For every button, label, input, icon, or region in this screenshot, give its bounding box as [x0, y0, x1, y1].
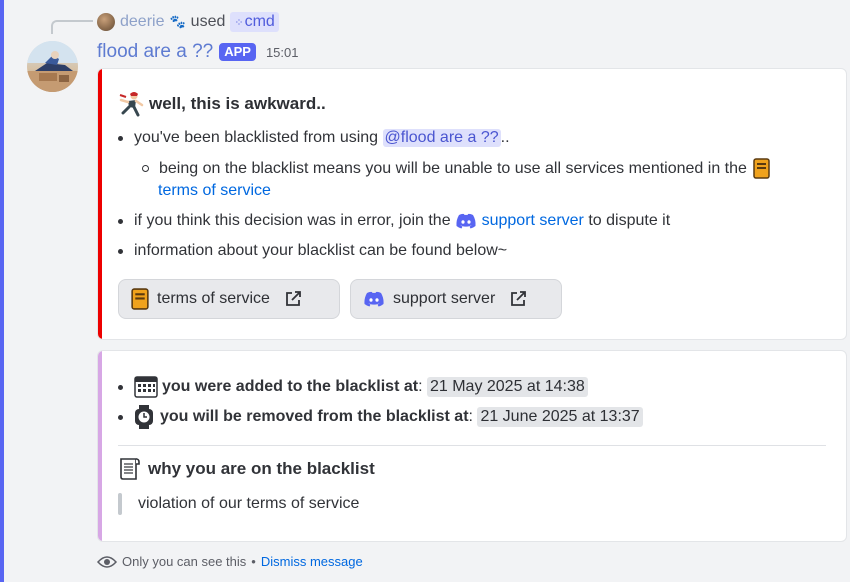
added-label: you were added to the blacklist at	[162, 378, 419, 395]
discord-icon	[456, 213, 476, 229]
line2-prefix: if you think this decision was in error,…	[134, 212, 451, 229]
blacklist-embed: well, this is awkward.. you've been blac…	[97, 68, 847, 340]
divider	[118, 445, 826, 446]
added-colon: :	[418, 378, 423, 395]
author-avatar[interactable]	[27, 41, 78, 92]
book-icon	[753, 158, 770, 179]
calendar-icon	[134, 376, 158, 398]
bullet-dot	[118, 384, 123, 390]
reply-spine	[51, 20, 93, 34]
line1-prefix: you've been blacklisted from using	[134, 129, 379, 146]
ephemeral-footer: Only you can see this • Dismiss message	[97, 554, 363, 569]
terms-of-service-button[interactable]: terms of service	[118, 279, 340, 319]
sub-line-text: being on the blacklist means you will be…	[159, 159, 747, 177]
external-link-icon	[286, 291, 301, 306]
bullet-dot	[118, 414, 123, 420]
runner-emoji-icon	[119, 92, 144, 117]
bot-mention[interactable]: @flood are a ??	[382, 129, 501, 147]
support-server-button[interactable]: support server	[350, 279, 562, 319]
message-container: deerie 🐾 used ⁘ cmd flood are a ?? APP 1…	[0, 0, 850, 582]
bullet-dot	[118, 248, 123, 254]
blacklist-details-embed: you were added to the blacklist at : 21 …	[97, 350, 847, 542]
bullet-dot	[118, 218, 123, 224]
support-server-link[interactable]: support server	[482, 212, 584, 230]
ephemeral-note: Only you can see this	[122, 554, 247, 569]
list-item: you've been blacklisted from using @floo…	[118, 129, 510, 147]
removed-timestamp[interactable]: 21 June 2025 at 13:37	[477, 407, 643, 427]
sub-list-item-cont: terms of service	[158, 182, 271, 200]
removed-colon: :	[468, 408, 473, 425]
line3-text: information about your blacklist can be …	[134, 242, 508, 259]
reason-heading: why you are on the blacklist	[118, 456, 375, 482]
footer-separator: •	[251, 554, 256, 569]
line2-suffix: to dispute it	[588, 212, 671, 229]
avatar-image	[27, 41, 78, 92]
line1-suffix: ..	[500, 129, 510, 146]
command-name: cmd	[244, 13, 275, 30]
dismiss-message-link[interactable]: Dismiss message	[261, 554, 363, 569]
message-header: flood are a ?? APP 15:01	[97, 40, 298, 64]
added-timestamp[interactable]: 21 May 2025 at 14:38	[426, 377, 588, 397]
command-chip[interactable]: ⁘ cmd	[230, 12, 279, 32]
quote-bar	[118, 493, 122, 515]
external-link-icon	[511, 291, 527, 306]
reply-username[interactable]: deerie	[120, 13, 164, 31]
eye-icon	[97, 555, 117, 568]
embed-title-text: well, this is awkward..	[149, 94, 326, 113]
book-icon	[131, 288, 149, 310]
list-item: information about your blacklist can be …	[118, 242, 507, 260]
sub-list-item: being on the blacklist means you will be…	[142, 158, 770, 179]
reason-text: violation of our terms of service	[138, 495, 360, 512]
bullet-dot	[118, 135, 123, 141]
circle-bullet	[142, 165, 149, 172]
embed-title: well, this is awkward..	[118, 91, 326, 117]
command-icon: ⁘	[234, 16, 243, 29]
reply-action: used	[190, 13, 226, 30]
message-timestamp[interactable]: 15:01	[266, 45, 299, 60]
list-item: you will be removed from the blacklist a…	[118, 405, 643, 429]
button-label: terms of service	[157, 290, 270, 307]
paw-icon: 🐾	[169, 14, 186, 29]
button-label: support server	[393, 290, 496, 307]
app-badge: APP	[219, 43, 256, 61]
embed-color-bar	[98, 69, 102, 339]
discord-icon	[364, 291, 384, 307]
reason-title: why you are on the blacklist	[148, 459, 375, 478]
tos-link[interactable]: terms of service	[158, 182, 271, 200]
list-item: you were added to the blacklist at : 21 …	[118, 375, 588, 399]
reply-avatar[interactable]	[97, 13, 115, 31]
scroll-icon	[120, 458, 140, 480]
reply-context[interactable]: deerie 🐾 used ⁘ cmd	[97, 10, 279, 34]
watch-icon	[135, 405, 153, 429]
list-item: if you think this decision was in error,…	[118, 212, 670, 230]
embed-color-bar	[98, 351, 102, 541]
removed-label: you will be removed from the blacklist a…	[160, 408, 469, 425]
reason-blockquote: violation of our terms of service	[118, 493, 359, 515]
author-name[interactable]: flood are a ??	[97, 41, 213, 63]
